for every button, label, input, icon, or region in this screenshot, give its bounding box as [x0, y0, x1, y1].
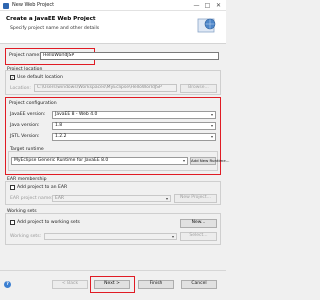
working-sets-label: Working sets: [10, 234, 42, 239]
select-working-sets-button[interactable]: Select... [180, 232, 217, 241]
java-version-value: 1.8 [55, 123, 63, 128]
new-working-set-button[interactable]: New... [180, 219, 217, 228]
javaee-version-value: JavaEE 8 - Web 4.0 [55, 112, 98, 117]
use-default-location-checkbox[interactable]: ✓ [10, 74, 15, 80]
cancel-button[interactable]: Cancel [181, 280, 217, 289]
add-to-working-sets-checkbox[interactable] [10, 220, 15, 225]
app-icon [3, 2, 9, 9]
target-runtime-value: MyEclipse Generic Runtime for JavaEE 8.0 [14, 158, 109, 163]
location-label: Location: [10, 86, 31, 91]
next-button[interactable]: Next > [94, 280, 130, 289]
add-to-ear-label: Add project to an EAR [17, 184, 68, 190]
web-project-banner-icon [197, 18, 216, 33]
jstl-version-label: JSTL Version: [10, 134, 40, 139]
add-to-ear-checkbox[interactable] [10, 184, 15, 190]
help-icon[interactable]: ? [4, 281, 11, 288]
target-runtime-select[interactable]: MyEclipse Generic Runtime for JavaEE 8.0… [11, 157, 188, 165]
jstl-version-select[interactable]: 1.2.2 ▾ [52, 133, 216, 141]
project-name-label: Project name: [9, 53, 41, 58]
maximize-icon[interactable]: □ [203, 2, 212, 10]
location-input[interactable]: C:\Users\windows\Workspaces\MyEclipse\He… [34, 84, 177, 92]
chevron-down-icon: ▾ [182, 158, 185, 163]
chevron-down-icon: ▾ [171, 233, 174, 239]
ear-project-name-select[interactable]: EAR ▾ [52, 194, 171, 202]
back-button[interactable]: < Back [52, 280, 88, 289]
use-default-location-label: Use default location [17, 74, 63, 80]
add-new-runtime-button[interactable]: Add New Runtime... [190, 156, 229, 165]
working-sets-select[interactable]: ▾ [44, 232, 177, 240]
wizard-title: Create a JavaEE Web Project [6, 16, 96, 22]
chevron-down-icon: ▾ [165, 195, 168, 201]
javaee-version-select[interactable]: JavaEE 8 - Web 4.0 ▾ [52, 111, 216, 119]
browse-button[interactable]: Browse... [180, 84, 217, 93]
window-title: New Web Project [12, 2, 55, 8]
jstl-version-value: 1.2.2 [55, 134, 67, 139]
finish-button[interactable]: Finish [138, 280, 174, 289]
footer-divider [0, 270, 226, 271]
wizard-subtitle: Specify project name and other details [10, 26, 100, 31]
project-configuration-heading: Project configuration [9, 101, 57, 106]
java-version-label: Java version: [10, 123, 40, 128]
chevron-down-icon: ▾ [210, 112, 213, 117]
title-bar: New Web Project — □ ✕ [0, 0, 226, 11]
close-icon[interactable]: ✕ [214, 2, 223, 10]
project-name-input[interactable]: HelloWorldJSP [40, 51, 219, 60]
javaee-version-label: JavaEE version: [10, 112, 46, 117]
chevron-down-icon: ▾ [210, 134, 213, 139]
minimize-icon[interactable]: — [192, 2, 201, 10]
java-version-select[interactable]: 1.8 ▾ [52, 122, 216, 130]
ear-project-name-value: EAR [55, 195, 65, 201]
ear-project-name-label: EAR project name: [10, 196, 53, 201]
add-to-working-sets-label: Add project to working sets [17, 220, 80, 225]
chevron-down-icon: ▾ [210, 123, 213, 128]
new-ear-project-button[interactable]: New Project... [174, 194, 217, 203]
